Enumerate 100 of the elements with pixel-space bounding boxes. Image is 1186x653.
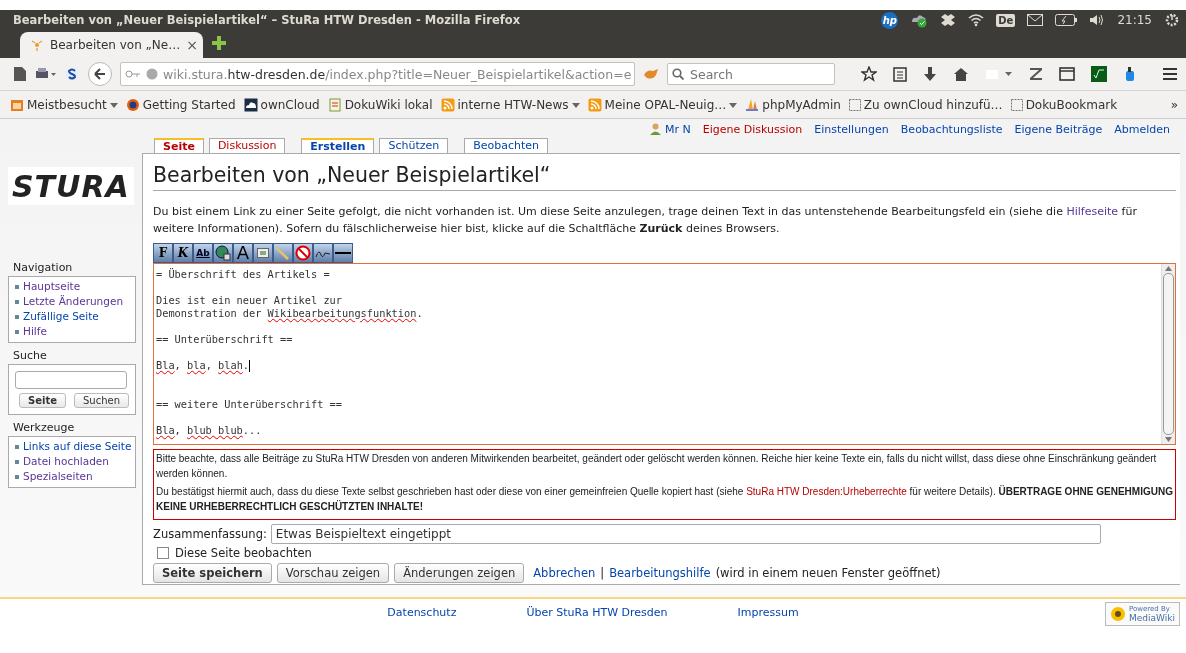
- sidebar-link[interactable]: Hauptseite: [23, 279, 81, 294]
- sidebar-link[interactable]: Hilfe: [23, 324, 47, 339]
- form-button[interactable]: Vorschau zeigen: [276, 563, 390, 583]
- notice-text: Bitte beachte, dass alle Beiträge zu StuRa HTW Dresden von anderen Mitwirkenden bearbeitet, geändert oder gelöscht werden können. Reiche hier keine Texte ein, falls du nicht willst, dass diese ohne Einschränkung geändert werden können.: [156, 452, 1158, 481]
- page-tab[interactable]: Erstellen: [301, 138, 375, 153]
- page-tab[interactable]: Schützen: [379, 138, 449, 153]
- back-button[interactable]: [88, 62, 112, 86]
- feed-icon: [440, 97, 455, 112]
- bookmark[interactable]: Meistbesucht: [10, 97, 118, 112]
- scrollbar[interactable]: [1161, 264, 1175, 444]
- printer-icon[interactable]: [34, 67, 56, 81]
- cancel-link[interactable]: Abbrechen: [533, 566, 596, 580]
- root-sign-icon[interactable]: [1091, 66, 1107, 82]
- key-icon: [125, 68, 141, 80]
- keyboard-layout[interactable]: De: [996, 13, 1016, 27]
- copyright-link[interactable]: StuRa HTW Dresden:Urheberrechte: [746, 486, 907, 497]
- page-tab[interactable]: Seite: [154, 138, 204, 153]
- watch-label: Diese Seite beobachten: [175, 546, 312, 560]
- portal-heading: Suche: [13, 349, 48, 362]
- star-icon[interactable]: [861, 66, 877, 82]
- editor-toolbar-button[interactable]: [313, 243, 333, 263]
- personal-link[interactable]: Eigene Diskussion: [702, 122, 803, 136]
- search-field[interactable]: [15, 371, 127, 389]
- browser-tab[interactable]: Bearbeiten von „Ne… ×: [20, 32, 203, 58]
- editor-toolbar-button[interactable]: F: [153, 243, 173, 263]
- summary-field[interactable]: Etwas Beispieltext eingetippt: [270, 524, 1101, 544]
- bottle-icon[interactable]: [1123, 66, 1135, 82]
- s-logo-icon[interactable]: [64, 66, 80, 82]
- arrow-left-icon: [94, 68, 106, 80]
- portal-heading: Werkzeuge: [13, 421, 76, 434]
- page-tab[interactable]: Diskussion: [208, 138, 286, 153]
- volume-icon[interactable]: [1089, 13, 1106, 27]
- footer-link[interactable]: Über StuRa HTW Dresden: [526, 606, 668, 619]
- menu-icon[interactable]: [1162, 67, 1178, 81]
- editor-toolbar-button[interactable]: [293, 243, 313, 263]
- search-button[interactable]: Seite: [19, 393, 66, 408]
- page-icon: [1010, 97, 1023, 112]
- address-bar[interactable]: wiki.stura.htw-dresden.de/index.php?title=Neuer_Beispielartikel&action=e: [120, 62, 635, 86]
- editor-toolbar-button[interactable]: Ab: [193, 243, 213, 263]
- footer-link[interactable]: Impressum: [737, 606, 799, 619]
- download-icon[interactable]: [923, 66, 937, 82]
- search-field[interactable]: Search: [667, 63, 835, 85]
- tab-close-button[interactable]: ×: [186, 37, 198, 53]
- sidebar-link[interactable]: Letzte Änderungen: [23, 294, 124, 309]
- spark-icon: [30, 38, 44, 52]
- editor-toolbar-button[interactable]: K: [173, 243, 193, 263]
- z-icon[interactable]: [1029, 67, 1043, 81]
- clock[interactable]: 21:15: [1117, 13, 1152, 27]
- sidebar-link[interactable]: Datei hochladen: [23, 454, 109, 469]
- editing-help-link[interactable]: Bearbeitungshilfe: [609, 566, 711, 580]
- editor-toolbar-button[interactable]: [253, 243, 273, 263]
- caret-icon: [571, 100, 580, 109]
- feed-icon: [587, 97, 602, 112]
- form-button[interactable]: Änderungen zeigen: [394, 563, 525, 583]
- footer-link[interactable]: Datenschutz: [387, 606, 457, 619]
- window-icon[interactable]: [1059, 67, 1075, 81]
- editor-toolbar-button[interactable]: A: [233, 243, 253, 263]
- new-tab-icon[interactable]: [211, 35, 227, 51]
- caret-icon: [109, 100, 118, 109]
- search-button[interactable]: Suchen: [74, 393, 129, 408]
- bookmark[interactable]: Zu ownCloud hinzufü…: [848, 97, 1003, 112]
- site-logo[interactable]: STURA: [8, 167, 134, 205]
- mail-icon[interactable]: [1027, 14, 1044, 26]
- home-icon[interactable]: [953, 67, 969, 81]
- bookmark[interactable]: Meine OPAL-Neuig…: [587, 97, 738, 112]
- page-icon: [848, 97, 861, 112]
- clipboard-icon[interactable]: [893, 66, 907, 82]
- bookmarks-overflow-button[interactable]: »: [1170, 97, 1178, 112]
- wifi-icon[interactable]: [968, 13, 985, 27]
- personal-link[interactable]: Beobachtungsliste: [900, 122, 1003, 136]
- printer-logo[interactable]: hp: [881, 11, 899, 29]
- help-page-link[interactable]: Hilfeseite: [1066, 205, 1119, 218]
- cloud-check-icon[interactable]: [910, 12, 929, 28]
- page-icon[interactable]: [14, 67, 26, 81]
- bookmark[interactable]: DokuWiki lokal: [327, 97, 433, 112]
- bookmark[interactable]: phpMyAdmin: [745, 97, 841, 112]
- editor-toolbar-button[interactable]: [213, 243, 233, 263]
- bookmark[interactable]: interne HTW-News: [440, 97, 580, 112]
- editor-toolbar-button[interactable]: [333, 243, 353, 263]
- watch-checkbox[interactable]: [157, 547, 169, 559]
- personal-link[interactable]: Mr N: [650, 122, 691, 136]
- personal-link[interactable]: Eigene Beiträge: [1014, 122, 1103, 136]
- sidebar-link[interactable]: Links auf diese Seite: [23, 439, 132, 454]
- cloud-icon: [243, 97, 258, 112]
- sidebar-link[interactable]: Spezialseiten: [23, 469, 93, 484]
- battery-icon[interactable]: [1055, 14, 1078, 26]
- form-button[interactable]: Seite speichern: [153, 563, 272, 583]
- sunflower-icon: [1110, 606, 1127, 622]
- sidebar-link[interactable]: Zufällige Seite: [23, 309, 99, 324]
- page-heading: Bearbeiten von „Neuer Beispielartikel“: [153, 162, 1176, 191]
- arrow-up-icon: [1165, 266, 1172, 271]
- personal-link[interactable]: Abmelden: [1114, 122, 1170, 136]
- personal-link[interactable]: Einstellungen: [814, 122, 889, 136]
- bookmark[interactable]: Getting Started: [125, 97, 236, 112]
- bookmark[interactable]: DokuBookmark: [1010, 97, 1118, 112]
- globe-icon: [146, 68, 158, 80]
- power-gear-icon[interactable]: [1164, 12, 1180, 28]
- page-tab[interactable]: Beobachten: [464, 138, 549, 153]
- notebook-icon: [327, 97, 342, 112]
- bookmark[interactable]: ownCloud: [243, 97, 320, 112]
